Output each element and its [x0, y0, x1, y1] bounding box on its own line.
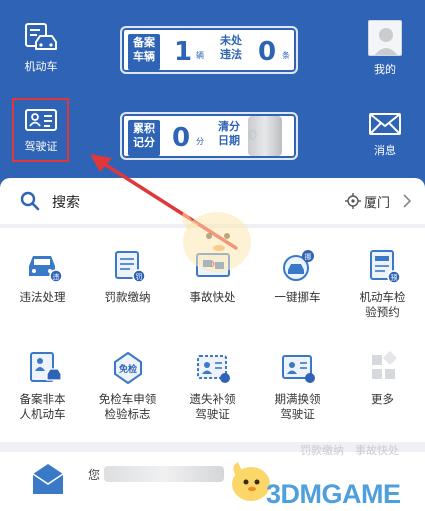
watermark-text: 3DMGAME — [266, 479, 401, 509]
watermark-mascot-top — [181, 210, 251, 272]
